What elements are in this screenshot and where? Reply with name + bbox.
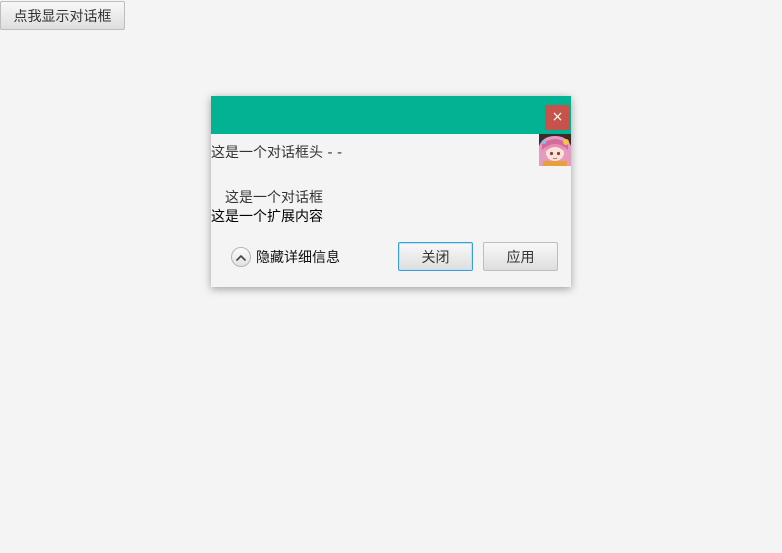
header-avatar-graphic [539,134,571,166]
dialog-expandable-content: 这是一个扩展内容 [211,209,323,225]
apply-button[interactable]: 应用 [483,242,558,271]
show-dialog-button[interactable]: 点我显示对话框 [0,1,125,30]
dialog-titlebar[interactable]: × [211,96,571,134]
dialog-close-x-button[interactable]: × [545,105,570,130]
close-button[interactable]: 关闭 [398,242,473,271]
hide-details-toggle[interactable]: 隐藏详细信息 [231,246,340,268]
hide-details-label[interactable]: 隐藏详细信息 [256,247,340,267]
app-window: 点我显示对话框 × 这是一个对话框头 - - 这是一个对话框 这是一个扩展内容 [0,0,782,553]
chevron-up-icon[interactable] [231,247,251,267]
dialog-content-text: 这是一个对话框 [225,190,323,206]
dialog-header-text: 这是一个对话框头 - - [211,145,343,161]
dialog: × 这是一个对话框头 - - 这是一个对话框 这是一个扩展内容 隐藏详细信息 关… [211,96,571,287]
